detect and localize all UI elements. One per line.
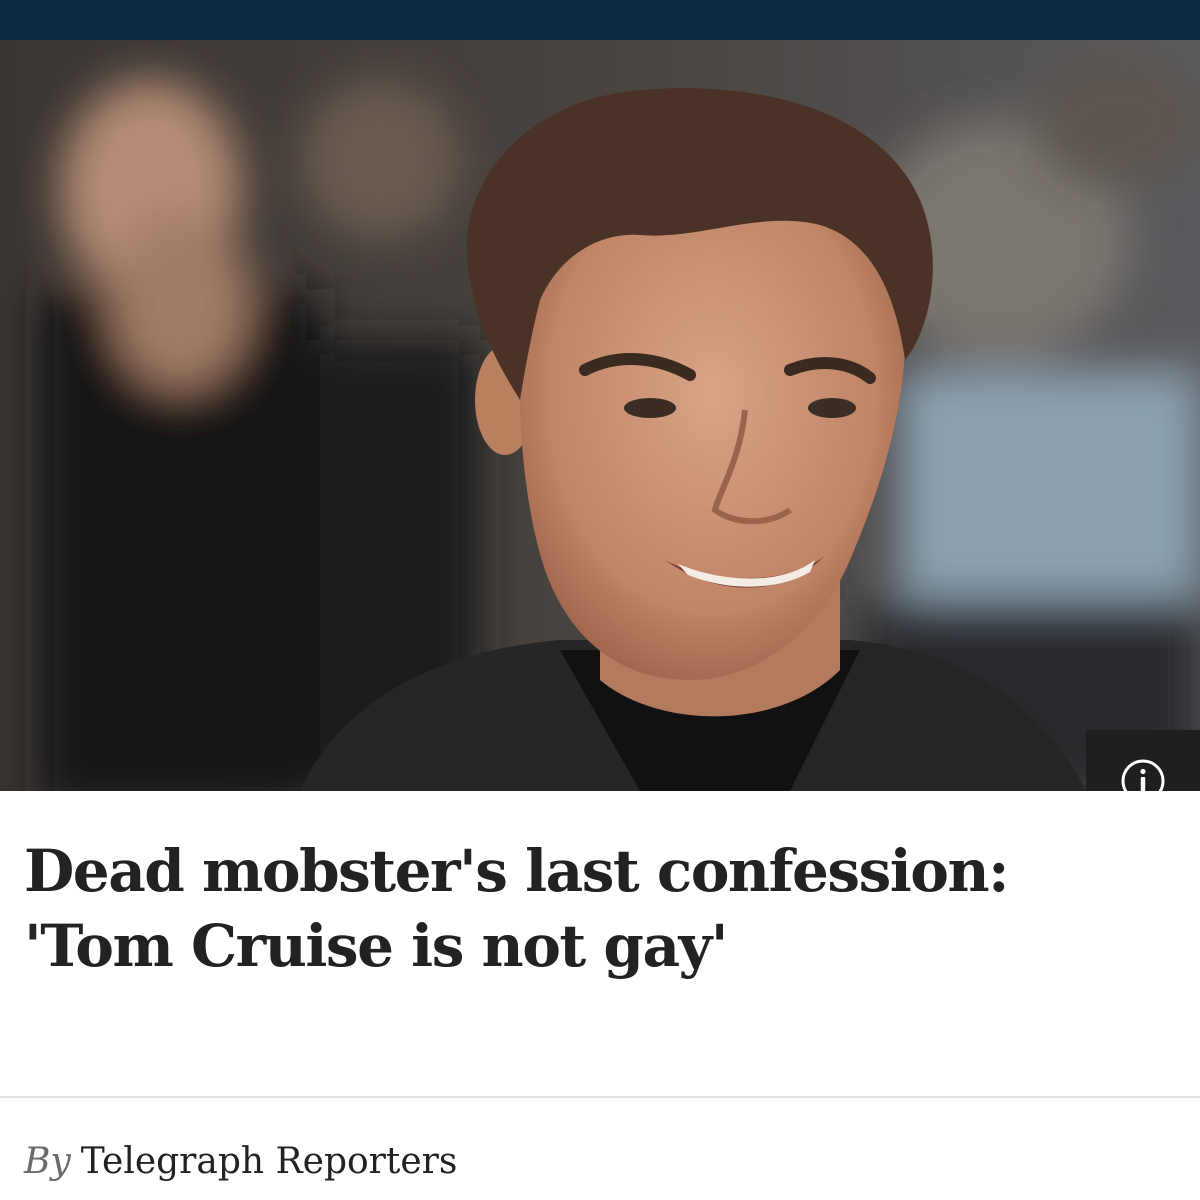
image-info-button[interactable]	[1086, 730, 1200, 791]
top-bar	[0, 0, 1200, 40]
hero-image	[0, 40, 1200, 791]
info-icon	[1121, 759, 1165, 791]
hero-photo	[0, 40, 1200, 791]
article-headline: Dead mobster's last confession: 'Tom Cru…	[24, 837, 1010, 980]
byline: By Telegraph Reporters	[24, 1140, 457, 1184]
byline-prefix: By	[24, 1141, 71, 1182]
divider	[0, 1096, 1200, 1098]
author-link[interactable]: Telegraph Reporters	[81, 1141, 458, 1182]
